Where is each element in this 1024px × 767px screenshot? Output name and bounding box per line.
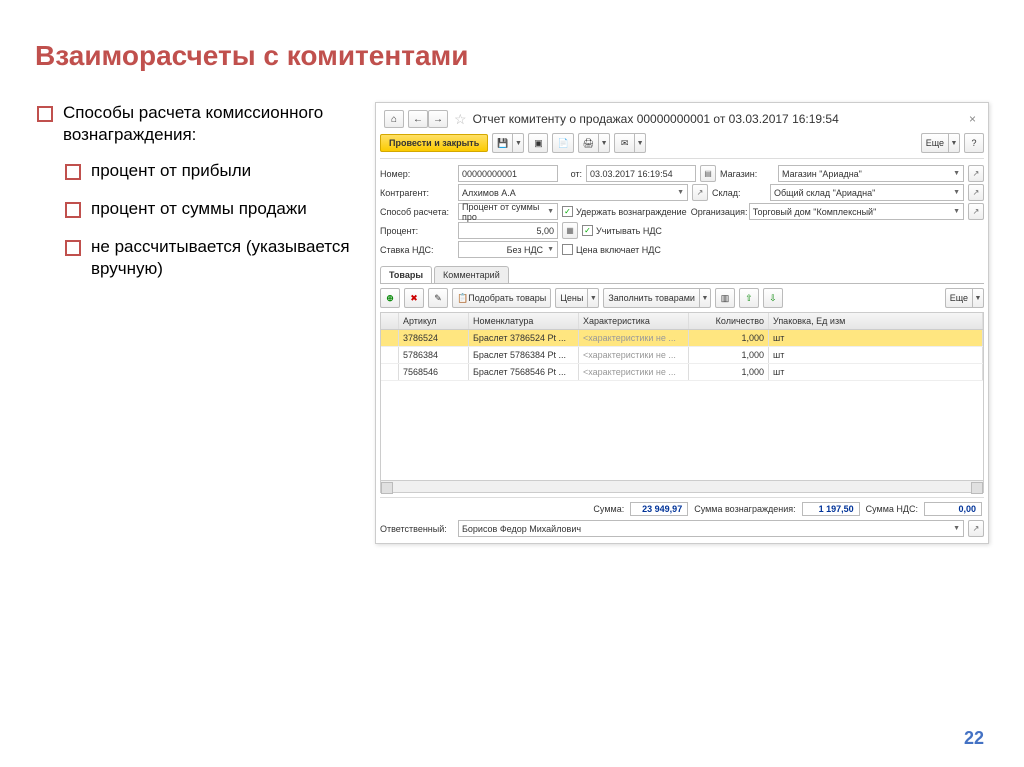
- post-icon[interactable]: ▣: [528, 133, 548, 153]
- email-dropdown-icon[interactable]: ▼: [634, 133, 646, 153]
- responsible-label: Ответственный:: [380, 524, 454, 534]
- price-incl-vat-checkbox[interactable]: Цена включает НДС: [562, 244, 661, 255]
- bullet-main-text: Способы расчета комиссионного вознагражд…: [63, 103, 323, 144]
- shop-field[interactable]: Магазин "Ариадна"▼: [778, 165, 964, 182]
- delete-row-icon[interactable]: ✖: [404, 288, 424, 308]
- calc-icon[interactable]: ▦: [562, 222, 578, 239]
- contragent-label: Контрагент:: [380, 188, 454, 198]
- forward-icon[interactable]: →: [428, 110, 448, 128]
- method-field[interactable]: Процент от суммы про▼: [458, 203, 558, 220]
- withhold-checkbox[interactable]: ✓Удержать вознаграждение: [562, 206, 687, 217]
- col-unit[interactable]: Упаковка, Ед изм: [769, 313, 983, 329]
- edit-row-icon[interactable]: ✎: [428, 288, 448, 308]
- calendar-icon[interactable]: ▤: [700, 165, 716, 182]
- bullet-sub-1: процент от прибыли: [63, 160, 355, 182]
- app-window: ⌂ ← → ☆ Отчет комитенту о продажах 00000…: [375, 102, 989, 544]
- sum-label: Сумма:: [593, 504, 624, 514]
- prices-button[interactable]: Цены: [555, 288, 587, 308]
- percent-label: Процент:: [380, 226, 454, 236]
- percent-field[interactable]: 5,00: [458, 222, 558, 239]
- table-row[interactable]: 7568546 Браслет 7568546 Pt ... <характер…: [381, 364, 983, 381]
- contragent-open-icon[interactable]: ↗: [692, 184, 708, 201]
- more-dropdown-icon[interactable]: ▼: [948, 133, 960, 153]
- col-characteristic[interactable]: Характеристика: [579, 313, 689, 329]
- vat-rate-label: Ставка НДС:: [380, 245, 454, 255]
- warehouse-field[interactable]: Общий склад "Ариадна"▼: [770, 184, 964, 201]
- vat-value: 0,00: [924, 502, 982, 516]
- responsible-open-icon[interactable]: ↗: [968, 520, 984, 537]
- vat-rate-field[interactable]: Без НДС▼: [458, 241, 558, 258]
- org-label: Организация:: [691, 207, 745, 217]
- contragent-field[interactable]: Алхимов А.А▼: [458, 184, 688, 201]
- prices-dropdown-icon[interactable]: ▼: [587, 288, 599, 308]
- number-field[interactable]: 00000000001: [458, 165, 558, 182]
- tab-goods[interactable]: Товары: [380, 266, 432, 283]
- responsible-field[interactable]: Борисов Федор Михайлович▼: [458, 520, 964, 537]
- sum-value: 23 949,97: [630, 502, 688, 516]
- favorite-icon[interactable]: ☆: [454, 111, 467, 128]
- col-nomenclature[interactable]: Номенклатура: [469, 313, 579, 329]
- commission-value: 1 197,50: [802, 502, 860, 516]
- warehouse-open-icon[interactable]: ↗: [968, 184, 984, 201]
- window-title: Отчет комитенту о продажах 00000000001 о…: [473, 112, 961, 126]
- shop-open-icon[interactable]: ↗: [968, 165, 984, 182]
- print-icon[interactable]: 🖨: [578, 133, 598, 153]
- base-on-icon[interactable]: 📄: [552, 133, 573, 153]
- table-row[interactable]: 3786524 Браслет 3786524 Pt ... <характер…: [381, 330, 983, 347]
- tab-comment[interactable]: Комментарий: [434, 266, 509, 283]
- post-and-close-button[interactable]: Провести и закрыть: [380, 134, 488, 152]
- move-up-icon[interactable]: ⇧: [739, 288, 759, 308]
- pick-goods-button[interactable]: 📋 Подобрать товары: [452, 288, 551, 308]
- shop-label: Магазин:: [720, 169, 774, 179]
- grid-more-button[interactable]: Еще: [945, 288, 972, 308]
- goods-grid: Артикул Номенклатура Характеристика Коли…: [380, 312, 984, 493]
- number-label: Номер:: [380, 169, 454, 179]
- method-label: Способ расчета:: [380, 207, 454, 217]
- vat-label: Сумма НДС:: [866, 504, 918, 514]
- org-field[interactable]: Торговый дом "Комплексный"▼: [749, 203, 964, 220]
- home-icon[interactable]: ⌂: [384, 110, 404, 128]
- print-dropdown-icon[interactable]: ▼: [598, 133, 610, 153]
- move-down-icon[interactable]: ⇩: [763, 288, 783, 308]
- email-icon[interactable]: ✉: [614, 133, 634, 153]
- close-icon[interactable]: ×: [965, 112, 980, 126]
- warehouse-label: Склад:: [712, 188, 766, 198]
- slide-title: Взаиморасчеты с комитентами: [35, 40, 989, 72]
- more-button[interactable]: Еще: [921, 133, 948, 153]
- back-icon[interactable]: ←: [408, 110, 428, 128]
- org-open-icon[interactable]: ↗: [968, 203, 984, 220]
- scan-icon[interactable]: ▥: [715, 288, 735, 308]
- date-label: от:: [562, 169, 582, 179]
- help-icon[interactable]: ?: [964, 133, 984, 153]
- save-dropdown-icon[interactable]: ▼: [512, 133, 524, 153]
- col-qty[interactable]: Количество: [689, 313, 769, 329]
- add-row-icon[interactable]: ⊕: [380, 288, 400, 308]
- fill-goods-button[interactable]: Заполнить товарами: [603, 288, 699, 308]
- date-field[interactable]: 03.03.2017 16:19:54: [586, 165, 696, 182]
- horizontal-scrollbar[interactable]: [381, 480, 983, 492]
- col-article[interactable]: Артикул: [399, 313, 469, 329]
- save-icon[interactable]: 💾: [492, 133, 512, 153]
- commission-label: Сумма вознаграждения:: [694, 504, 795, 514]
- fill-dropdown-icon[interactable]: ▼: [699, 288, 711, 308]
- table-row[interactable]: 5786384 Браслет 5786384 Pt ... <характер…: [381, 347, 983, 364]
- page-number: 22: [964, 728, 984, 749]
- bullet-sub-2: процент от суммы продажи: [63, 198, 355, 220]
- bullet-sub-3: не рассчитывается (указывается вручную): [63, 236, 355, 280]
- vat-include-checkbox[interactable]: ✓Учитывать НДС: [582, 225, 662, 236]
- bullet-main: Способы расчета комиссионного вознагражд…: [35, 102, 355, 281]
- grid-more-dropdown-icon[interactable]: ▼: [972, 288, 984, 308]
